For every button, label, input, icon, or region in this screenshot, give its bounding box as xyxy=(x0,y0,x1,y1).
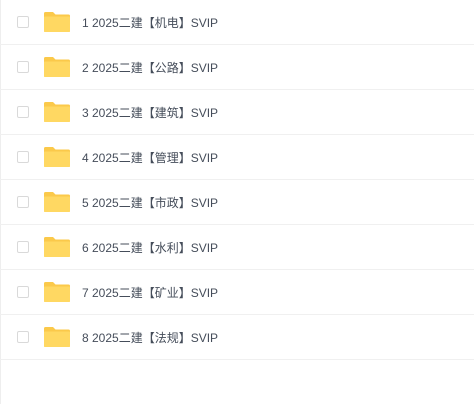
list-item[interactable]: 8 2025二建【法规】SVIP xyxy=(0,315,474,360)
folder-name[interactable]: 5 2025二建【市政】SVIP xyxy=(82,194,218,211)
row-checkbox[interactable] xyxy=(17,61,29,73)
list-item[interactable]: 3 2025二建【建筑】SVIP xyxy=(0,90,474,135)
folder-icon xyxy=(43,146,71,168)
folder-name[interactable]: 2 2025二建【公路】SVIP xyxy=(82,59,218,76)
folder-icon xyxy=(43,281,71,303)
folder-icon xyxy=(43,56,71,78)
list-item[interactable]: 5 2025二建【市政】SVIP xyxy=(0,180,474,225)
folder-name[interactable]: 4 2025二建【管理】SVIP xyxy=(82,149,218,166)
list-item[interactable]: 4 2025二建【管理】SVIP xyxy=(0,135,474,180)
row-checkbox[interactable] xyxy=(17,286,29,298)
folder-icon xyxy=(43,11,71,33)
row-checkbox[interactable] xyxy=(17,16,29,28)
folder-name[interactable]: 3 2025二建【建筑】SVIP xyxy=(82,104,218,121)
row-checkbox[interactable] xyxy=(17,241,29,253)
folder-icon xyxy=(43,101,71,123)
list-item[interactable]: 1 2025二建【机电】SVIP xyxy=(0,0,474,45)
file-list: 1 2025二建【机电】SVIP 2 2025二建【公路】SVIP 3 2025… xyxy=(0,0,474,360)
folder-icon xyxy=(43,326,71,348)
row-checkbox[interactable] xyxy=(17,196,29,208)
folder-name[interactable]: 1 2025二建【机电】SVIP xyxy=(82,14,218,31)
list-item[interactable]: 6 2025二建【水利】SVIP xyxy=(0,225,474,270)
folder-name[interactable]: 6 2025二建【水利】SVIP xyxy=(82,239,218,256)
folder-icon xyxy=(43,236,71,258)
folder-icon xyxy=(43,191,71,213)
row-checkbox[interactable] xyxy=(17,106,29,118)
list-item[interactable]: 7 2025二建【矿业】SVIP xyxy=(0,270,474,315)
file-list-panel: 1 2025二建【机电】SVIP 2 2025二建【公路】SVIP 3 2025… xyxy=(0,0,474,404)
folder-name[interactable]: 8 2025二建【法规】SVIP xyxy=(82,329,218,346)
row-checkbox[interactable] xyxy=(17,151,29,163)
folder-name[interactable]: 7 2025二建【矿业】SVIP xyxy=(82,284,218,301)
row-checkbox[interactable] xyxy=(17,331,29,343)
list-item[interactable]: 2 2025二建【公路】SVIP xyxy=(0,45,474,90)
